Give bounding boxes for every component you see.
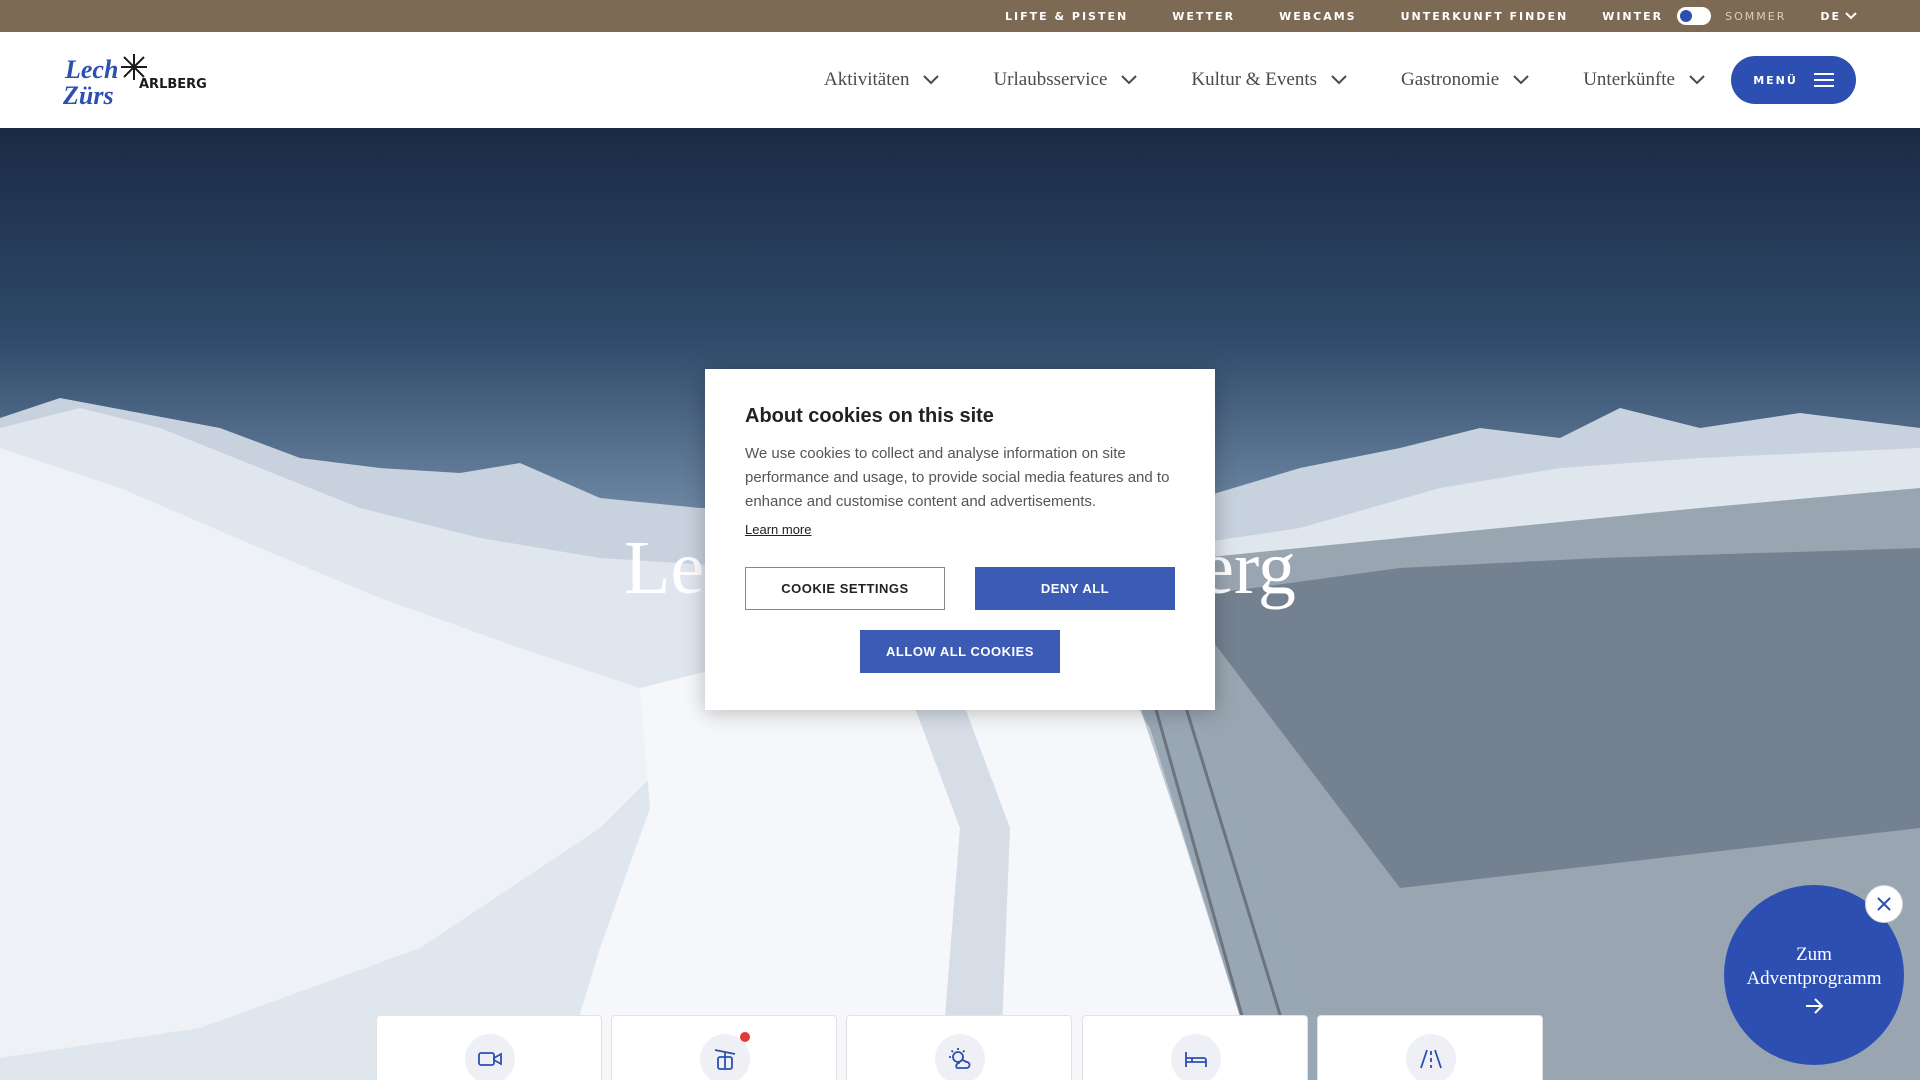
quick-link-roads[interactable] [1317,1015,1543,1080]
road-icon [1406,1034,1456,1080]
bed-icon [1171,1034,1221,1080]
hamburger-icon [1813,73,1834,87]
logo-text-arlberg: ARLBERG [139,77,207,92]
chevron-down-icon [1331,75,1347,85]
arrow-right-icon [1806,998,1824,1014]
quick-link-webcams[interactable] [376,1015,602,1080]
nav-label: Urlaubsservice [993,69,1108,90]
cookie-dialog-title: About cookies on this site [745,405,994,427]
nav-item-unterkuenfte[interactable]: Unterkünfte [1583,69,1705,91]
language-label: DE [1820,9,1841,23]
utility-bar: LIFTE & PISTEN WETTER WEBCAMS UNTERKUNFT… [0,0,1920,32]
cookie-consent-dialog: About cookies on this site We use cookie… [705,369,1215,710]
nav-label: Aktivitäten [823,69,910,90]
menu-button[interactable]: MENÜ [1731,56,1856,104]
season-switch: WINTER SOMMER [1602,7,1786,25]
topbar-link-lifte-pisten[interactable]: LIFTE & PISTEN [1005,10,1128,23]
nav-item-kultur-events[interactable]: Kultur & Events [1191,69,1347,91]
chevron-down-icon [1845,12,1857,20]
learn-more-link[interactable]: Learn more [745,522,811,537]
quick-link-accommodation[interactable] [1082,1015,1308,1080]
chevron-down-icon [1513,75,1529,85]
cookie-dialog-body: We use cookies to collect and analyse in… [745,445,1170,510]
season-toggle[interactable] [1677,7,1712,25]
menu-label: MENÜ [1753,73,1798,87]
cookie-settings-button[interactable]: COOKIE SETTINGS [745,567,945,610]
toggle-knob [1680,10,1693,22]
chevron-down-icon [923,75,940,85]
chevron-down-icon [1121,75,1138,85]
nav-label: Kultur & Events [1191,69,1318,90]
nav-item-aktivitaeten[interactable]: Aktivitäten [823,69,940,91]
advent-line1: Zum [1796,944,1832,965]
deny-all-button[interactable]: DENY ALL [975,567,1175,610]
site-logo[interactable]: Lech Zürs ARLBERG [63,52,213,112]
quick-link-weather[interactable] [846,1015,1072,1080]
topbar-link-webcams[interactable]: WEBCAMS [1279,10,1357,23]
close-icon [1877,897,1891,911]
main-header: Lech Zürs ARLBERG Aktivitäten Urlaubsser… [0,32,1920,128]
notification-dot [740,1032,750,1042]
nav-label: Gastronomie [1401,69,1500,90]
nav-item-urlaubsservice[interactable]: Urlaubsservice [993,69,1138,91]
logo-text-zuers: Zürs [63,81,114,110]
season-label-winter[interactable]: WINTER [1602,10,1663,23]
advent-close-button[interactable] [1865,885,1903,923]
chevron-down-icon [1689,75,1705,85]
primary-nav: Aktivitäten Urlaubsservice Kultur & Even… [770,32,1705,128]
video-camera-icon [465,1034,515,1080]
advent-line2: Adventprogramm [1746,968,1882,989]
weather-icon [935,1034,985,1080]
season-label-sommer[interactable]: SOMMER [1725,10,1786,23]
nav-item-gastronomie[interactable]: Gastronomie [1401,69,1529,91]
topbar-link-unterkunft[interactable]: UNTERKUNFT FINDEN [1401,10,1569,23]
language-selector[interactable]: DE [1820,10,1857,23]
topbar-link-wetter[interactable]: WETTER [1172,10,1235,23]
nav-label: Unterkünfte [1583,69,1675,90]
allow-all-cookies-button[interactable]: ALLOW ALL COOKIES [860,630,1060,673]
quick-link-lifts[interactable] [611,1015,837,1080]
